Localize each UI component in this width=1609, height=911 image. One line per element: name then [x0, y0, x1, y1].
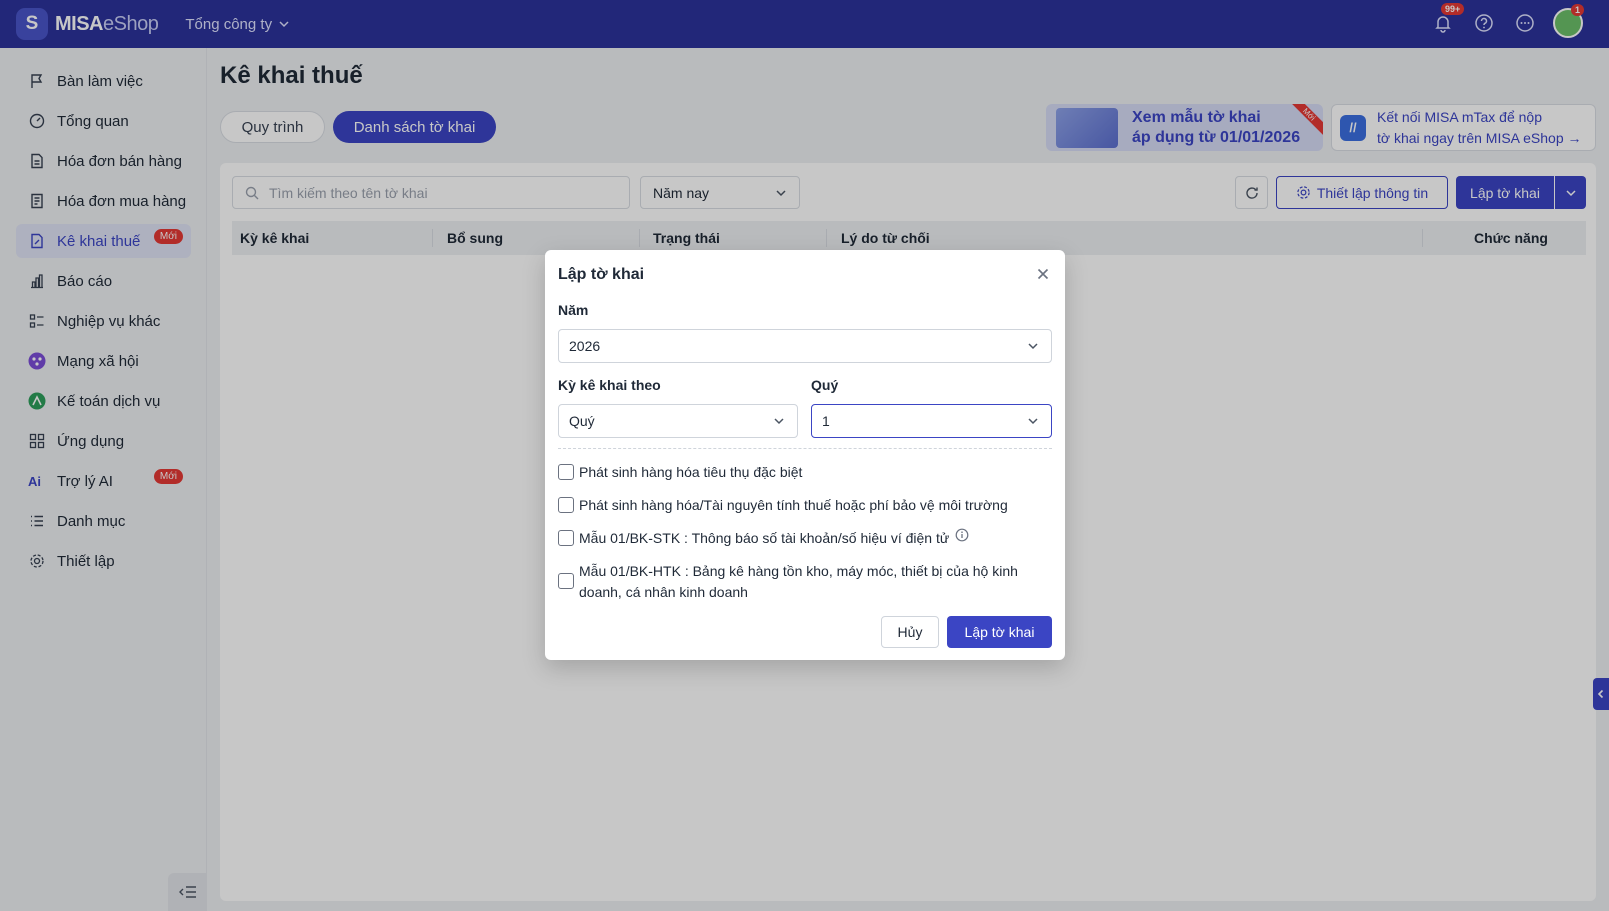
dialog-title: Lập tờ khai — [558, 266, 645, 283]
close-icon — [1037, 268, 1049, 280]
environment-tax-option: Phát sinh hàng hóa/Tài nguyên tính thuế … — [558, 495, 1008, 516]
create-declaration-confirm-button[interactable]: Lập tờ khai — [947, 616, 1052, 648]
period-type-value: Quý — [569, 413, 595, 429]
period-type-select[interactable]: Quý — [558, 404, 798, 438]
info-icon[interactable] — [955, 528, 969, 542]
chevron-down-icon — [1028, 343, 1038, 350]
environment-tax-checkbox[interactable] — [558, 497, 574, 513]
checkbox-label: Mẫu 01/BK-STK : Thông báo số tài khoản/s… — [579, 530, 950, 546]
chevron-down-icon — [774, 418, 784, 425]
quarter-label: Quý — [811, 377, 839, 393]
quarter-value: 1 — [822, 413, 830, 429]
checkbox-label: Phát sinh hàng hóa/Tài nguyên tính thuế … — [579, 497, 1008, 513]
bk-stk-checkbox[interactable] — [558, 530, 574, 546]
excise-goods-option: Phát sinh hàng hóa tiêu thụ đặc biệt — [558, 462, 802, 483]
checkbox-label: Mẫu 01/BK-HTK : Bảng kê hàng tồn kho, má… — [579, 563, 1018, 600]
close-dialog-button[interactable] — [1033, 264, 1053, 284]
chevron-down-icon — [1028, 418, 1038, 425]
cancel-button[interactable]: Hủy — [881, 616, 939, 648]
quarter-select[interactable]: 1 — [811, 404, 1052, 438]
checkbox-label: Phát sinh hàng hóa tiêu thụ đặc biệt — [579, 464, 803, 480]
excise-goods-checkbox[interactable] — [558, 464, 574, 480]
bk-stk-option: Mẫu 01/BK-STK : Thông báo số tài khoản/s… — [558, 528, 969, 549]
bk-htk-checkbox[interactable] — [558, 573, 574, 589]
bk-htk-option: Mẫu 01/BK-HTK : Bảng kê hàng tồn kho, má… — [558, 561, 1038, 603]
create-declaration-dialog: Lập tờ khai Năm 2026 Kỳ kê khai theo Quý… — [545, 250, 1065, 660]
year-label: Năm — [558, 302, 589, 318]
year-value: 2026 — [569, 338, 601, 354]
year-select[interactable]: 2026 — [558, 329, 1052, 363]
period-type-label: Kỳ kê khai theo — [558, 377, 661, 393]
section-divider — [558, 448, 1052, 449]
